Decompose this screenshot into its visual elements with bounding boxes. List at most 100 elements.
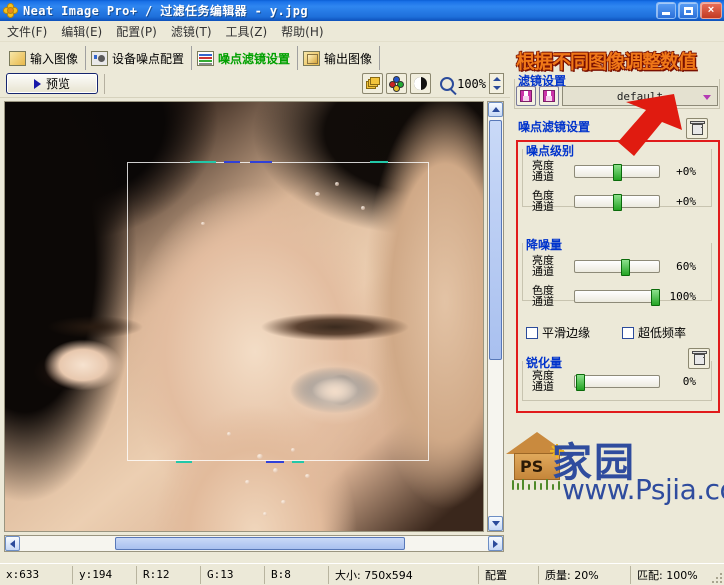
sharpening-luminance-value: 0% xyxy=(660,375,696,388)
slider-thumb[interactable] xyxy=(613,194,622,211)
minimize-button[interactable] xyxy=(656,2,676,19)
noise-reduction-chrominance-slider[interactable] xyxy=(574,290,660,303)
compare-layers-button[interactable] xyxy=(362,73,383,94)
slider-thumb[interactable] xyxy=(621,259,630,276)
maximize-button[interactable] xyxy=(678,2,698,19)
save-preset-as-button[interactable] xyxy=(539,86,559,106)
status-r: R:12 xyxy=(136,566,200,584)
checkbox-label: 超低频率 xyxy=(638,324,686,341)
horizontal-scroll-thumb[interactable] xyxy=(115,537,405,550)
window-title: Neat Image Pro+ / 过滤任务编辑器 - y.jpg xyxy=(23,2,308,19)
noise-reduction-chrominance-value: 100% xyxy=(660,290,696,303)
noise-level-chrominance-slider[interactable] xyxy=(574,195,660,208)
tab-input-image[interactable]: 输入图像 xyxy=(4,46,86,70)
noise-level-chrominance-slider-row: 色度通道 +0% xyxy=(532,190,718,212)
checkbox-box[interactable] xyxy=(526,327,538,339)
slider-thumb[interactable] xyxy=(651,289,660,306)
preview-photo xyxy=(5,102,484,532)
scroll-up-button[interactable] xyxy=(488,102,503,117)
watermark: PS 家园 www.Psjia.com xyxy=(506,428,722,528)
tab-noise-filter-settings[interactable]: 噪点滤镜设置 xyxy=(192,46,298,70)
chevron-down-icon xyxy=(492,521,500,526)
status-profile: 配置 xyxy=(478,566,538,584)
play-icon xyxy=(34,79,41,89)
very-low-frequency-checkbox[interactable]: 超低频率 xyxy=(622,324,686,341)
chevron-down-icon xyxy=(703,95,711,100)
zoom-stepper[interactable] xyxy=(489,73,504,94)
image-toolbar: 预览 100% xyxy=(0,70,510,98)
sharpening-luminance-slider[interactable] xyxy=(574,375,660,388)
vertical-scrollbar[interactable] xyxy=(487,101,504,532)
floppy-save-icon xyxy=(520,90,532,102)
camera-icon xyxy=(91,51,108,66)
image-preview-viewport[interactable] xyxy=(4,101,484,532)
red-arrow-icon xyxy=(612,90,684,162)
tab-label: 噪点滤镜设置 xyxy=(218,50,290,67)
tab-device-noise-profile[interactable]: 设备噪点配置 xyxy=(86,46,192,70)
chevron-right-icon xyxy=(493,540,498,548)
save-preset-button[interactable] xyxy=(516,86,536,106)
status-b: B:8 xyxy=(264,566,328,584)
menu-help[interactable]: 帮助(H) xyxy=(274,21,330,42)
annotation-text: 根据不同图像调整数值 xyxy=(516,47,722,74)
channel-label: 色度通道 xyxy=(532,190,574,212)
magnifier-icon[interactable] xyxy=(440,77,454,91)
status-x: x:633 xyxy=(0,566,72,584)
scroll-down-button[interactable] xyxy=(488,516,503,531)
channel-label: 色度通道 xyxy=(532,285,574,307)
noise-reduction-luminance-slider-row: 亮度通道 60% xyxy=(532,255,718,277)
checkbox-box[interactable] xyxy=(622,327,634,339)
flower-icon xyxy=(3,3,19,19)
chevron-left-icon xyxy=(10,540,15,548)
channel-label: 亮度通道 xyxy=(532,370,574,392)
zoom-up-icon[interactable] xyxy=(493,77,501,81)
trash-icon xyxy=(694,354,705,365)
menu-edit[interactable]: 编辑(E) xyxy=(54,21,109,42)
tab-output-image[interactable]: 输出图像 xyxy=(298,46,380,70)
menu-profile[interactable]: 配置(P) xyxy=(109,21,164,42)
tab-label: 设备噪点配置 xyxy=(112,50,184,67)
horizontal-scrollbar[interactable] xyxy=(4,535,504,552)
reset-filter-button[interactable] xyxy=(686,118,708,139)
menu-filter[interactable]: 滤镜(T) xyxy=(164,21,219,42)
layers-icon xyxy=(366,77,379,90)
channel-label: 亮度通道 xyxy=(532,255,574,277)
slider-thumb[interactable] xyxy=(613,164,622,181)
resize-grip-icon[interactable] xyxy=(708,569,722,583)
menu-file[interactable]: 文件(F) xyxy=(0,21,54,42)
scroll-left-button[interactable] xyxy=(5,536,20,551)
application-window: Neat Image Pro+ / 过滤任务编辑器 - y.jpg × 文件(F… xyxy=(0,0,724,585)
status-g: G:13 xyxy=(200,566,264,584)
preview-button[interactable]: 预览 xyxy=(6,73,98,94)
ps-text: PS xyxy=(520,457,543,476)
status-bar: x:633 y:194 R:12 G:13 B:8 大小: 750x594 配置… xyxy=(0,563,724,585)
brightness-icon xyxy=(414,77,427,90)
rgb-channels-button[interactable] xyxy=(386,73,407,94)
noise-filter-settings-label: 噪点滤镜设置 xyxy=(518,118,590,135)
noise-reduction-luminance-slider[interactable] xyxy=(574,260,660,273)
noise-reduction-luminance-value: 60% xyxy=(660,260,696,273)
checkbox-label: 平滑边缘 xyxy=(542,324,590,341)
close-icon: × xyxy=(701,3,721,18)
vertical-scroll-thumb[interactable] xyxy=(489,120,502,360)
menu-bar: 文件(F) 编辑(E) 配置(P) 滤镜(T) 工具(Z) 帮助(H) xyxy=(0,21,724,42)
brightness-button[interactable] xyxy=(410,73,431,94)
channel-label: 亮度通道 xyxy=(532,160,574,182)
menu-tools[interactable]: 工具(Z) xyxy=(219,21,275,42)
noise-level-luminance-slider[interactable] xyxy=(574,165,660,178)
slider-thumb[interactable] xyxy=(576,374,585,391)
toolbar-separator xyxy=(104,74,105,94)
title-bar: Neat Image Pro+ / 过滤任务编辑器 - y.jpg × xyxy=(0,0,724,21)
close-button[interactable]: × xyxy=(700,2,722,19)
smooth-edges-checkbox[interactable]: 平滑边缘 xyxy=(526,324,590,341)
image-icon xyxy=(9,51,26,66)
reset-sharpening-button[interactable] xyxy=(688,348,710,369)
status-size: 大小: 750x594 xyxy=(328,566,478,584)
color-wheel-icon xyxy=(389,76,404,91)
zoom-down-icon[interactable] xyxy=(493,86,501,90)
status-quality: 质量: 20% xyxy=(538,566,630,584)
tab-label: 输出图像 xyxy=(324,50,372,67)
scroll-right-button[interactable] xyxy=(488,536,503,551)
preview-button-label: 预览 xyxy=(46,75,70,92)
noise-level-chrominance-value: +0% xyxy=(660,195,696,208)
